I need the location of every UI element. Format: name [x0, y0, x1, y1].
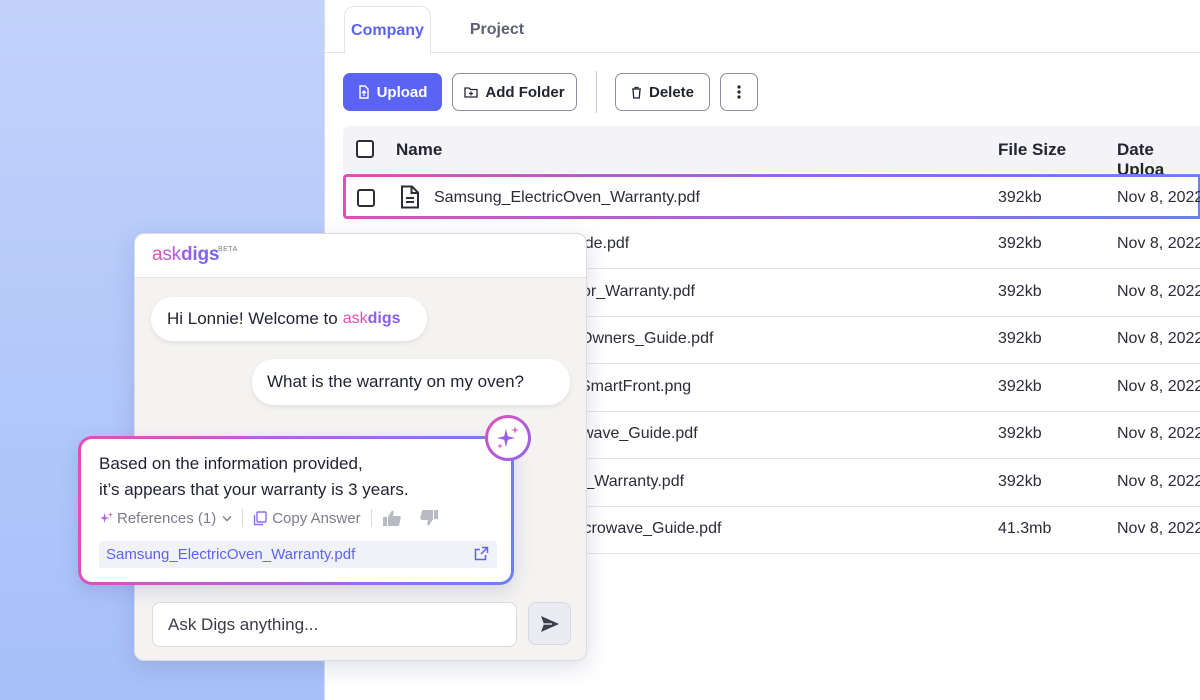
file-date: Nov 8, 2022 [1117, 520, 1200, 537]
action-separator [242, 509, 244, 527]
file-date: Nov 8, 2022 [1117, 283, 1200, 300]
inline-brand-ask: ask [342, 310, 368, 327]
file-size: 392kb [998, 473, 1042, 490]
beta-badge: BETA [218, 246, 238, 253]
file-size: 392kb [998, 378, 1042, 395]
folder-plus-icon [464, 87, 479, 98]
file-date: Nov 8, 2022 [1117, 330, 1200, 347]
file-size: 392kb [998, 425, 1042, 442]
add-folder-button[interactable]: Add Folder [452, 73, 577, 111]
welcome-text: Hi Lonnie! Welcome to [167, 309, 338, 328]
bot-answer-card: Based on the information provided, it’s … [78, 436, 514, 585]
file-date: Nov 8, 2022 [1117, 378, 1200, 395]
action-separator [370, 509, 372, 527]
user-message: What is the warranty on my oven? [252, 359, 570, 405]
file-size: 392kb [998, 330, 1042, 347]
thumbs-up-icon [382, 510, 401, 526]
answer-text: Based on the information provided, it’s … [99, 451, 409, 503]
copy-answer-label: Copy Answer [272, 509, 361, 527]
copy-icon [254, 510, 267, 525]
file-date: Nov 8, 2022 [1117, 189, 1200, 206]
brand-digs: digs [180, 244, 220, 265]
user-message-text: What is the warranty on my oven? [267, 372, 525, 391]
answer-actions: References (1) Copy Answer [99, 508, 439, 528]
tab-bar: Company Project [325, 0, 1200, 54]
file-name: wave_Guide.pdf [582, 425, 698, 442]
file-name: r_Warranty.pdf [580, 473, 685, 490]
tab-project[interactable]: Project [459, 6, 535, 53]
table-row[interactable]: Samsung_ElectricOven_Warranty.pdf 392kb … [343, 174, 1200, 219]
chat-header: askdigs BETA [135, 234, 586, 278]
file-date: Nov 8, 2022 [1117, 473, 1200, 490]
upload-icon [358, 85, 369, 99]
send-icon [540, 615, 559, 632]
trash-icon [631, 86, 641, 99]
file-size: 392kb [998, 235, 1042, 252]
more-vertical-icon [737, 85, 741, 99]
reference-file-name: Samsung_ElectricOven_Warranty.pdf [106, 546, 356, 563]
ai-sparkle-badge [485, 415, 531, 461]
references-label: References (1) [117, 509, 217, 527]
thumbs-down-button[interactable] [419, 509, 439, 527]
brand-logo: askdigs [152, 244, 219, 266]
thumbs-down-icon [419, 510, 438, 526]
more-options-button[interactable] [720, 73, 758, 111]
file-size: 41.3mb [998, 520, 1052, 537]
references-toggle[interactable]: References (1) [99, 510, 232, 527]
delete-label: Delete [648, 83, 695, 101]
upload-button[interactable]: Upload [343, 73, 442, 111]
file-size: 392kb [998, 189, 1042, 206]
reference-file-link[interactable]: Samsung_ElectricOven_Warranty.pdf [99, 541, 497, 568]
file-date: Nov 8, 2022 [1117, 235, 1200, 252]
file-name: SmartFront.png [580, 378, 692, 395]
chat-input-placeholder: Ask Digs anything... [168, 614, 319, 634]
toolbar-divider [596, 71, 597, 113]
inline-brand-digs: digs [367, 310, 401, 327]
file-name: Samsung_ElectricOven_Warranty.pdf [434, 189, 700, 206]
delete-button[interactable]: Delete [615, 73, 710, 111]
column-header-name: Name [396, 140, 443, 159]
document-icon [401, 185, 419, 209]
column-header-file-size: File Size [998, 140, 1067, 159]
bot-welcome-message: Hi Lonnie! Welcome to ask digs [151, 297, 427, 341]
file-name: icrowave_Guide.pdf [580, 520, 722, 537]
brand-ask: ask [152, 244, 181, 265]
sparkle-icon [497, 426, 519, 449]
answer-line-2: it’s appears that your warranty is 3 yea… [99, 480, 409, 499]
answer-line-1: Based on the information provided, [99, 454, 363, 473]
external-link-icon [474, 546, 489, 561]
copy-answer-button[interactable]: Copy Answer [253, 509, 361, 527]
file-size: 392kb [998, 283, 1042, 300]
thumbs-up-button[interactable] [382, 509, 402, 527]
row-checkbox[interactable] [357, 189, 375, 207]
upload-label: Upload [376, 83, 428, 101]
sparkle-icon [100, 511, 113, 523]
chat-input[interactable]: Ask Digs anything... [152, 602, 517, 647]
select-all-checkbox[interactable] [356, 140, 374, 158]
add-folder-label: Add Folder [485, 83, 565, 101]
file-name: or_Warranty.pdf [582, 283, 695, 300]
chevron-down-icon [222, 515, 232, 521]
send-button[interactable] [528, 602, 571, 645]
file-name: Owners_Guide.pdf [580, 330, 714, 347]
table-header: Name File Size Date Uploa [343, 126, 1200, 179]
tab-company[interactable]: Company [344, 6, 431, 54]
file-date: Nov 8, 2022 [1117, 425, 1200, 442]
